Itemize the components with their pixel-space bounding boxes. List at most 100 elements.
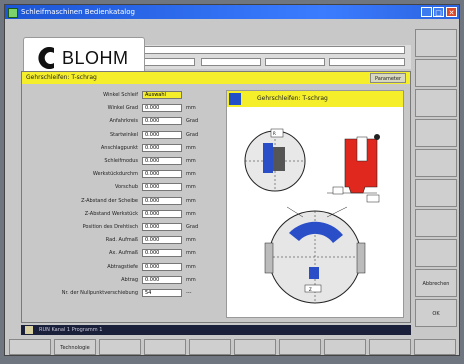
softkey-right-7[interactable] xyxy=(415,209,457,237)
param-row: Winkel Grad 0.000 mm xyxy=(22,103,222,113)
label-z: Z xyxy=(309,287,312,292)
softkey-right-9[interactable]: Abbrechen xyxy=(415,269,457,297)
diagram-graphic: R Z xyxy=(244,128,380,304)
param-label: Vorschub xyxy=(114,184,138,191)
param-input[interactable]: 0.000 xyxy=(142,143,182,152)
param-row: Z-Abstand Werkstück 0.000 mm xyxy=(22,209,222,219)
param-label: Startwinkel xyxy=(109,131,138,138)
param-label: Werkstückdurchm xyxy=(92,171,138,178)
param-unit: mm xyxy=(186,263,196,270)
param-unit: mm xyxy=(186,276,196,283)
bottom-softkeys: Technologie xyxy=(5,339,459,355)
param-label: Rad. Aufmaß xyxy=(105,237,138,244)
param-label: Z-Abstand Werkstück xyxy=(84,210,138,217)
param-input[interactable]: 0.000 xyxy=(142,183,182,192)
softkey-right-6[interactable] xyxy=(415,179,457,207)
param-unit: mm xyxy=(186,184,196,191)
param-input[interactable]: 0.000 xyxy=(142,130,182,139)
softkey-bottom-2[interactable]: Technologie xyxy=(54,339,96,355)
app-icon xyxy=(8,8,18,18)
right-softkeys: Abbrechen OK xyxy=(413,29,459,329)
param-row: Startwinkel 0.000 Grad xyxy=(22,130,222,140)
param-unit: --- xyxy=(186,290,192,296)
param-unit: mm xyxy=(186,158,196,164)
param-label: Anfahrkreis xyxy=(109,118,138,125)
softkey-bottom-1[interactable] xyxy=(9,339,51,355)
maximize-button[interactable]: □ xyxy=(433,7,444,17)
softkey-bottom-10[interactable] xyxy=(414,339,456,355)
param-input[interactable]: 0.000 xyxy=(142,170,182,179)
status-icon xyxy=(25,326,33,334)
param-input[interactable]: 0.000 xyxy=(142,236,182,245)
diagram-icon xyxy=(229,93,241,105)
param-label: Schleifmodus xyxy=(104,158,138,164)
param-row: Werkstückdurchm 0.000 mm xyxy=(22,169,222,179)
param-row: Abtrag 0.000 mm xyxy=(22,275,222,285)
param-unit: mm xyxy=(186,250,196,257)
param-label: Abtrag xyxy=(121,276,138,283)
softkey-right-5[interactable] xyxy=(415,149,457,177)
param-input[interactable]: 0.000 xyxy=(142,223,182,231)
softkey-bottom-9[interactable] xyxy=(369,339,411,355)
title-bar: Schleifmaschinen Bedienkatalog _ □ ✕ xyxy=(5,5,459,19)
softkey-right-4[interactable] xyxy=(415,119,457,147)
grinding-panel: Gehrschleifen: T-schrag Parameter Winkel… xyxy=(21,71,411,323)
param-input[interactable]: 0.000 xyxy=(142,196,182,205)
param-row: Anschlagpunkt 0.000 mm xyxy=(22,143,222,153)
softkey-bottom-8[interactable] xyxy=(324,339,366,355)
blohm-logo-mark xyxy=(38,47,54,69)
param-row: Winkel Schleif Auswahl xyxy=(22,90,222,100)
softkey-bottom-7[interactable] xyxy=(279,339,321,355)
param-unit: mm xyxy=(186,210,196,217)
param-input[interactable]: Auswahl xyxy=(142,91,182,99)
param-row: Position des Drehtisch 0.000 Grad xyxy=(22,222,222,232)
param-label: Ax. Aufmaß xyxy=(109,250,138,257)
param-row: Abtragstiefe 0.000 mm xyxy=(22,262,222,272)
minimize-button[interactable]: _ xyxy=(421,7,432,17)
app-window: Schleifmaschinen Bedienkatalog _ □ ✕ BLO… xyxy=(4,4,460,356)
param-unit: Grad xyxy=(186,131,199,138)
logo-text: BLOHM xyxy=(62,48,129,68)
param-input[interactable]: 54 xyxy=(142,289,182,297)
param-label: Anschlagpunkt xyxy=(100,144,138,151)
softkey-right-3[interactable] xyxy=(415,89,457,117)
param-row: Rad. Aufmaß 0.000 mm xyxy=(22,235,222,245)
close-button[interactable]: ✕ xyxy=(446,7,457,17)
param-label: Position des Drehtisch xyxy=(82,224,138,230)
param-input[interactable]: 0.000 xyxy=(142,157,182,165)
diagram-title: Gehrschleifen: T-schrag xyxy=(257,95,328,102)
param-unit: mm xyxy=(186,237,196,244)
param-input[interactable]: 0.000 xyxy=(142,262,182,271)
param-label: Winkel Schleif xyxy=(103,92,138,98)
diagram-header: Gehrschleifen: T-schrag xyxy=(227,91,403,107)
param-input[interactable]: 0.000 xyxy=(142,209,182,218)
status-bar: RUN Kanal 1 Programm 1 xyxy=(21,325,411,335)
panel-header: Gehrschleifen: T-schrag Parameter xyxy=(22,72,410,84)
softkey-right-2[interactable] xyxy=(415,59,457,87)
softkey-right-8[interactable] xyxy=(415,239,457,267)
softkey-right-1[interactable] xyxy=(415,29,457,57)
info-bar xyxy=(105,45,411,69)
param-row: Vorschub 0.000 mm xyxy=(22,182,222,192)
softkey-right-10[interactable]: OK xyxy=(415,299,457,327)
param-row: Anfahrkreis 0.000 Grad xyxy=(22,116,222,126)
softkey-bottom-5[interactable] xyxy=(189,339,231,355)
softkey-bottom-6[interactable] xyxy=(234,339,276,355)
label-r: R xyxy=(273,131,276,136)
param-label: Abtragstiefe xyxy=(107,263,138,270)
window-title: Schleifmaschinen Bedienkatalog xyxy=(21,8,135,16)
param-input[interactable]: 0.000 xyxy=(142,117,182,126)
param-input[interactable]: 0.000 xyxy=(142,249,182,258)
softkey-bottom-3[interactable] xyxy=(99,339,141,355)
grinding-diagram: Gehrschleifen: T-schrag R Z xyxy=(226,90,404,318)
panel-title: Gehrschleifen: T-schrag xyxy=(26,74,97,81)
param-label: Winkel Grad xyxy=(107,105,138,112)
param-input[interactable]: 0.000 xyxy=(142,275,182,284)
param-unit: mm xyxy=(186,197,196,204)
param-unit: mm xyxy=(186,105,196,112)
param-input[interactable]: 0.000 xyxy=(142,104,182,113)
param-row: Nr. der Nullpunktverschiebung 54 --- xyxy=(22,288,222,298)
softkey-bottom-4[interactable] xyxy=(144,339,186,355)
param-row: Ax. Aufmaß 0.000 mm xyxy=(22,248,222,258)
panel-tag: Parameter xyxy=(369,73,406,83)
